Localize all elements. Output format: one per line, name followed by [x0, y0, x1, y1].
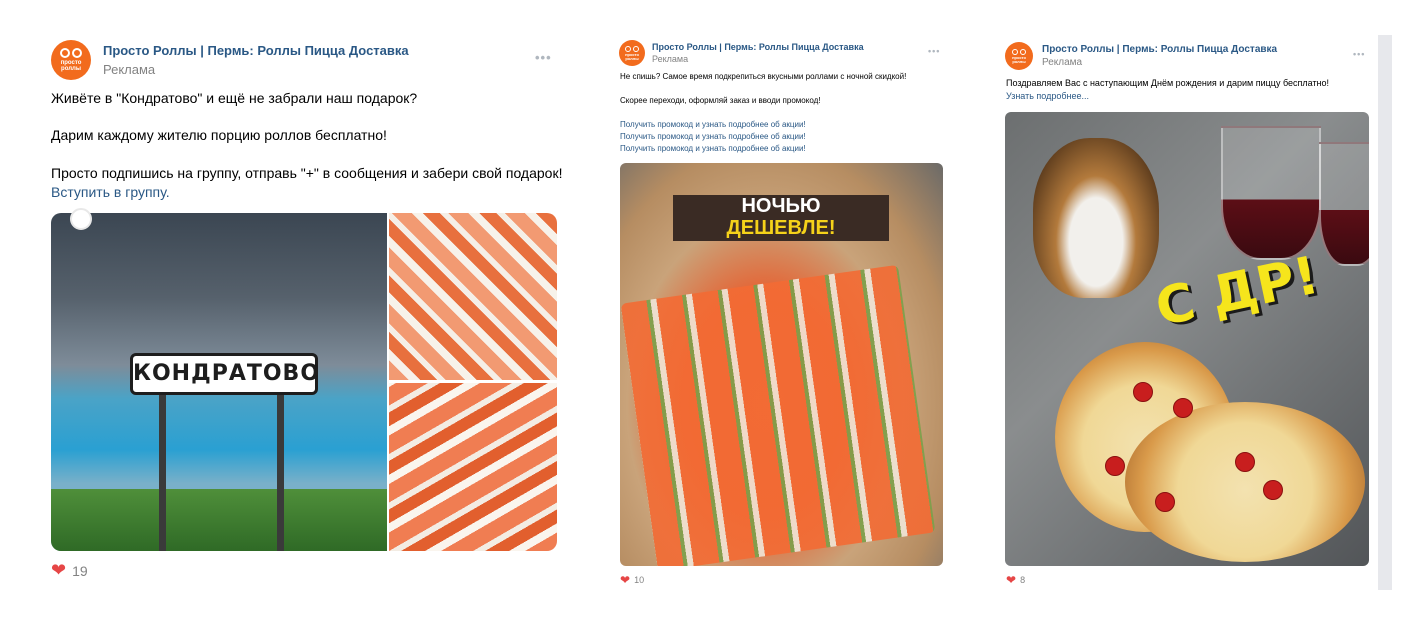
like-count: 19	[72, 562, 88, 579]
rolls-photo-top[interactable]	[389, 213, 557, 380]
tomato	[1105, 456, 1125, 476]
rolls-box-photo[interactable]: НОЧЬЮ ДЕШЕВЛЕ!	[620, 163, 943, 566]
author-name[interactable]: Просто Роллы | Пермь: Роллы Пицца Достав…	[1042, 44, 1277, 55]
author-name[interactable]: Просто Роллы | Пермь: Роллы Пицца Достав…	[103, 43, 409, 58]
tomato	[1173, 398, 1193, 418]
tomato	[1263, 480, 1283, 500]
post-text-line: Дарим каждому жителю порцию роллов беспл…	[51, 127, 387, 143]
like-count: 10	[634, 575, 645, 585]
like-button[interactable]: ❤ 10	[620, 573, 644, 587]
avatar-logo	[60, 48, 82, 58]
post-1: просто роллы Просто Роллы | Пермь: Роллы…	[40, 30, 570, 590]
wine-glass	[1319, 142, 1369, 266]
like-button[interactable]: ❤ 8	[1006, 573, 1025, 587]
more-icon[interactable]: •••	[1353, 49, 1365, 59]
ad-label: Реклама	[1042, 57, 1083, 68]
post-3: просто роллы Просто Роллы | Пермь: Роллы…	[998, 35, 1378, 590]
ad-label: Реклама	[652, 54, 689, 64]
wine-glass	[1221, 126, 1321, 260]
birthday-text: С ДР!	[1150, 245, 1324, 339]
kondratovo-photo[interactable]: КОНДРАТОВО	[51, 213, 387, 551]
author-name[interactable]: Просто Роллы | Пермь: Роллы Пицца Достав…	[652, 42, 864, 52]
birthday-photo[interactable]: С ДР!	[1005, 112, 1369, 566]
sign-pole	[277, 373, 284, 551]
dog	[1033, 138, 1159, 298]
post-2: просто роллы Просто Роллы | Пермь: Роллы…	[610, 30, 955, 590]
promo-link[interactable]: Получить промокод и узнать подробнее об …	[620, 144, 806, 153]
like-button[interactable]: ❤ 19	[51, 560, 88, 581]
post-text-line: Не спишь? Самое время подкрепиться вкусн…	[620, 72, 907, 81]
more-icon[interactable]: •••	[535, 50, 552, 65]
post-text-line: Живёте в "Кондратово" и ещё не забрали н…	[51, 90, 418, 106]
night-discount-banner: НОЧЬЮ ДЕШЕВЛЕ!	[673, 195, 889, 241]
avatar[interactable]: просто роллы	[51, 40, 91, 80]
tomato	[1235, 452, 1255, 472]
heart-icon: ❤	[620, 573, 631, 587]
avatar[interactable]: просто роллы	[1005, 42, 1033, 70]
like-count: 8	[1020, 575, 1026, 585]
city-sign: КОНДРАТОВО	[130, 353, 319, 395]
more-icon[interactable]: •••	[928, 46, 940, 56]
rolls-photo-bottom[interactable]	[389, 383, 557, 551]
avatar-text: просто роллы	[625, 51, 639, 61]
post-text-line: Поздравляем Вас с наступающим Днём рожде…	[1006, 78, 1330, 88]
banner-line-2: ДЕШЕВЛЕ!	[726, 217, 836, 239]
pizza-slice	[1125, 402, 1365, 562]
field	[51, 489, 387, 551]
learn-more-link[interactable]: Узнать подробнее...	[1006, 91, 1089, 101]
join-group-link[interactable]: Вступить в группу.	[51, 184, 170, 200]
ad-label: Реклама	[103, 62, 156, 77]
avatar-logo	[625, 45, 639, 52]
heart-icon: ❤	[1006, 573, 1017, 587]
right-border	[1378, 35, 1392, 590]
avatar-text: просто роллы	[60, 60, 82, 72]
avatar-text: просто роллы	[1012, 54, 1026, 64]
banner-line-1: НОЧЬЮ	[741, 195, 821, 217]
post-text-line: Просто подпишись на группу, отправь "+" …	[51, 165, 563, 181]
sign-pole	[159, 373, 166, 551]
heart-icon: ❤	[51, 560, 67, 580]
promo-link[interactable]: Получить промокод и узнать подробнее об …	[620, 132, 806, 141]
promo-link[interactable]: Получить промокод и узнать подробнее об …	[620, 120, 806, 129]
avatar-logo	[1012, 48, 1026, 55]
avatar[interactable]: просто роллы	[619, 40, 645, 66]
rolls-set	[620, 264, 936, 566]
tomato	[1155, 492, 1175, 512]
post-text-line: Скорее переходи, оформляй заказ и вводи …	[620, 96, 821, 105]
tomato	[1133, 382, 1153, 402]
photo-badge-icon	[70, 208, 92, 230]
